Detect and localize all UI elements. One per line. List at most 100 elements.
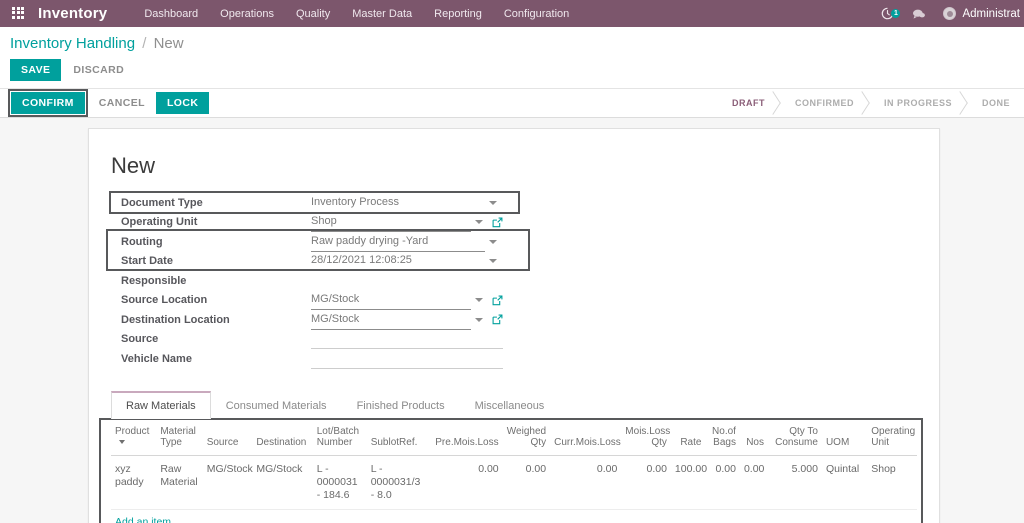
field-value[interactable] xyxy=(311,271,503,291)
cancel-button[interactable]: CANCEL xyxy=(97,92,147,114)
field-value[interactable]: 28/12/2021 12:08:25 xyxy=(311,252,485,271)
cell-material-type[interactable]: Raw Material xyxy=(156,455,203,510)
chat-bubble-icon[interactable] xyxy=(903,8,935,20)
field-source-location[interactable]: Source Location MG/Stock xyxy=(111,291,503,310)
field-responsible[interactable]: Responsible xyxy=(111,271,503,291)
field-label: Document Type xyxy=(121,196,203,209)
chevron-down-icon[interactable] xyxy=(475,220,483,225)
status-draft[interactable]: DRAFT xyxy=(716,89,779,117)
external-link-icon[interactable] xyxy=(492,314,503,325)
field-value[interactable] xyxy=(311,330,503,349)
status-done[interactable]: DONE xyxy=(966,89,1024,117)
col-source[interactable]: Source xyxy=(202,420,253,456)
discard-button[interactable]: DISCARD xyxy=(71,59,126,81)
cell-operating-unit[interactable]: Shop xyxy=(867,455,917,510)
field-operating-unit[interactable]: Operating Unit Shop xyxy=(111,213,503,232)
table-header-row: Product Material Type Source Destination… xyxy=(111,420,917,456)
cell-source[interactable]: MG/Stock xyxy=(202,455,253,510)
cell-mois-loss-qty[interactable]: 0.00 xyxy=(621,455,671,510)
field-value-wrap: Raw paddy drying -Yard xyxy=(311,232,503,252)
field-value[interactable]: MG/Stock xyxy=(311,310,471,330)
col-uom[interactable]: UOM xyxy=(821,420,868,456)
sort-descending-icon[interactable] xyxy=(119,440,125,445)
menu-item-reporting[interactable]: Reporting xyxy=(423,2,493,26)
field-vehicle-name[interactable]: Vehicle Name xyxy=(111,349,503,369)
chevron-down-icon[interactable] xyxy=(475,317,483,322)
col-mois-loss-qty[interactable]: Mois.Loss Qty xyxy=(621,420,671,456)
field-document-type[interactable]: Document Type Inventory Process xyxy=(111,193,503,213)
chevron-down-icon[interactable] xyxy=(489,259,497,264)
field-value[interactable]: MG/Stock xyxy=(311,291,471,310)
save-button[interactable]: SAVE xyxy=(10,59,62,81)
clock-activity-icon[interactable]: 1 xyxy=(872,7,903,20)
cell-product[interactable]: xyz paddy xyxy=(111,455,157,510)
field-label: Operating Unit xyxy=(121,216,198,229)
menu-item-configuration[interactable]: Configuration xyxy=(493,2,580,26)
status-pipeline: DRAFT CONFIRMED IN PROGRESS DONE xyxy=(716,89,1024,117)
cell-destination[interactable]: MG/Stock xyxy=(252,455,313,510)
confirm-button[interactable]: CONFIRM xyxy=(11,92,85,114)
add-an-item-link[interactable]: Add an item xyxy=(111,510,175,523)
field-value[interactable]: Shop xyxy=(311,213,471,232)
field-destination-location[interactable]: Destination Location MG/Stock xyxy=(111,310,503,330)
col-material-type[interactable]: Material Type xyxy=(156,420,203,456)
field-routing[interactable]: Routing Raw paddy drying -Yard xyxy=(111,232,503,252)
table-row[interactable]: xyz paddy Raw Material MG/Stock MG/Stock… xyxy=(111,455,917,510)
col-nos[interactable]: Nos xyxy=(739,420,768,456)
main-menu: Dashboard Operations Quality Master Data… xyxy=(133,2,580,26)
lock-button[interactable]: LOCK xyxy=(155,92,210,114)
field-start-date[interactable]: Start Date 28/12/2021 12:08:25 xyxy=(111,252,503,271)
field-label: Source xyxy=(121,333,159,346)
menu-item-master-data[interactable]: Master Data xyxy=(341,2,423,26)
chevron-down-icon[interactable] xyxy=(475,298,483,303)
col-lot-batch-number[interactable]: Lot/Batch Number xyxy=(312,420,367,456)
cell-uom[interactable]: Quintal xyxy=(821,455,868,510)
field-value-wrap xyxy=(311,349,503,369)
chevron-down-icon[interactable] xyxy=(489,200,497,205)
tab-finished-products[interactable]: Finished Products xyxy=(342,392,460,419)
col-product[interactable]: Product xyxy=(111,420,157,456)
cell-no-of-bags[interactable]: 0.00 xyxy=(705,455,740,510)
external-link-icon[interactable] xyxy=(492,217,503,228)
external-link-icon[interactable] xyxy=(492,295,503,306)
field-value[interactable] xyxy=(311,349,503,369)
field-value[interactable]: Inventory Process xyxy=(311,193,485,213)
col-destination[interactable]: Destination xyxy=(252,420,313,456)
cell-nos[interactable]: 0.00 xyxy=(739,455,768,510)
tab-raw-materials[interactable]: Raw Materials xyxy=(111,390,211,419)
cell-pre-mois-loss[interactable]: 0.00 xyxy=(427,455,503,510)
tab-miscellaneous[interactable]: Miscellaneous xyxy=(460,392,560,419)
col-sublot-ref[interactable]: SublotRef. xyxy=(366,420,428,456)
col-weighed-qty[interactable]: Weighed Qty xyxy=(502,420,551,456)
app-brand-inventory[interactable]: Inventory xyxy=(38,5,107,22)
col-pre-mois-loss[interactable]: Pre.Mois.Loss xyxy=(427,420,503,456)
status-in-progress[interactable]: IN PROGRESS xyxy=(868,89,966,117)
status-confirmed[interactable]: CONFIRMED xyxy=(779,89,868,117)
field-source[interactable]: Source xyxy=(111,330,503,349)
col-operating-unit[interactable]: Operating Unit xyxy=(867,420,917,456)
col-curr-mois-loss[interactable]: Curr.Mois.Loss xyxy=(550,420,622,456)
chevron-down-icon[interactable] xyxy=(489,239,497,244)
menu-item-dashboard[interactable]: Dashboard xyxy=(133,2,209,26)
action-buttons: CONFIRM CANCEL LOCK xyxy=(8,89,210,117)
top-navbar: Inventory Dashboard Operations Quality M… xyxy=(0,0,1024,27)
col-qty-to-consume[interactable]: Qty To Consume xyxy=(768,420,822,456)
field-value[interactable]: Raw paddy drying -Yard xyxy=(311,232,485,252)
tab-consumed-materials[interactable]: Consumed Materials xyxy=(211,392,342,419)
col-no-of-bags[interactable]: No.of Bags xyxy=(705,420,740,456)
breadcrumb-root-link[interactable]: Inventory Handling xyxy=(10,35,135,52)
menu-item-operations[interactable]: Operations xyxy=(209,2,285,26)
col-rate[interactable]: Rate xyxy=(670,420,706,456)
menu-item-quality[interactable]: Quality xyxy=(285,2,341,26)
cell-sublot-ref[interactable]: L - 0000031/3 - 8.0 xyxy=(366,455,428,510)
cell-weighed-qty[interactable]: 0.00 xyxy=(502,455,551,510)
cell-qty-to-consume[interactable]: 5.000 xyxy=(768,455,822,510)
cell-curr-mois-loss[interactable]: 0.00 xyxy=(550,455,622,510)
user-menu[interactable]: Administrat xyxy=(935,7,1024,20)
field-value-wrap xyxy=(311,330,503,349)
cell-rate[interactable]: 100.00 xyxy=(670,455,707,510)
cell-lot-batch-number[interactable]: L - 0000031 - 184.6 xyxy=(312,455,367,510)
apps-grid-icon[interactable] xyxy=(12,6,26,21)
raw-materials-table-zone: Product Material Type Source Destination… xyxy=(99,417,923,523)
form-fields: Document Type Inventory Process Operatin… xyxy=(106,191,530,369)
